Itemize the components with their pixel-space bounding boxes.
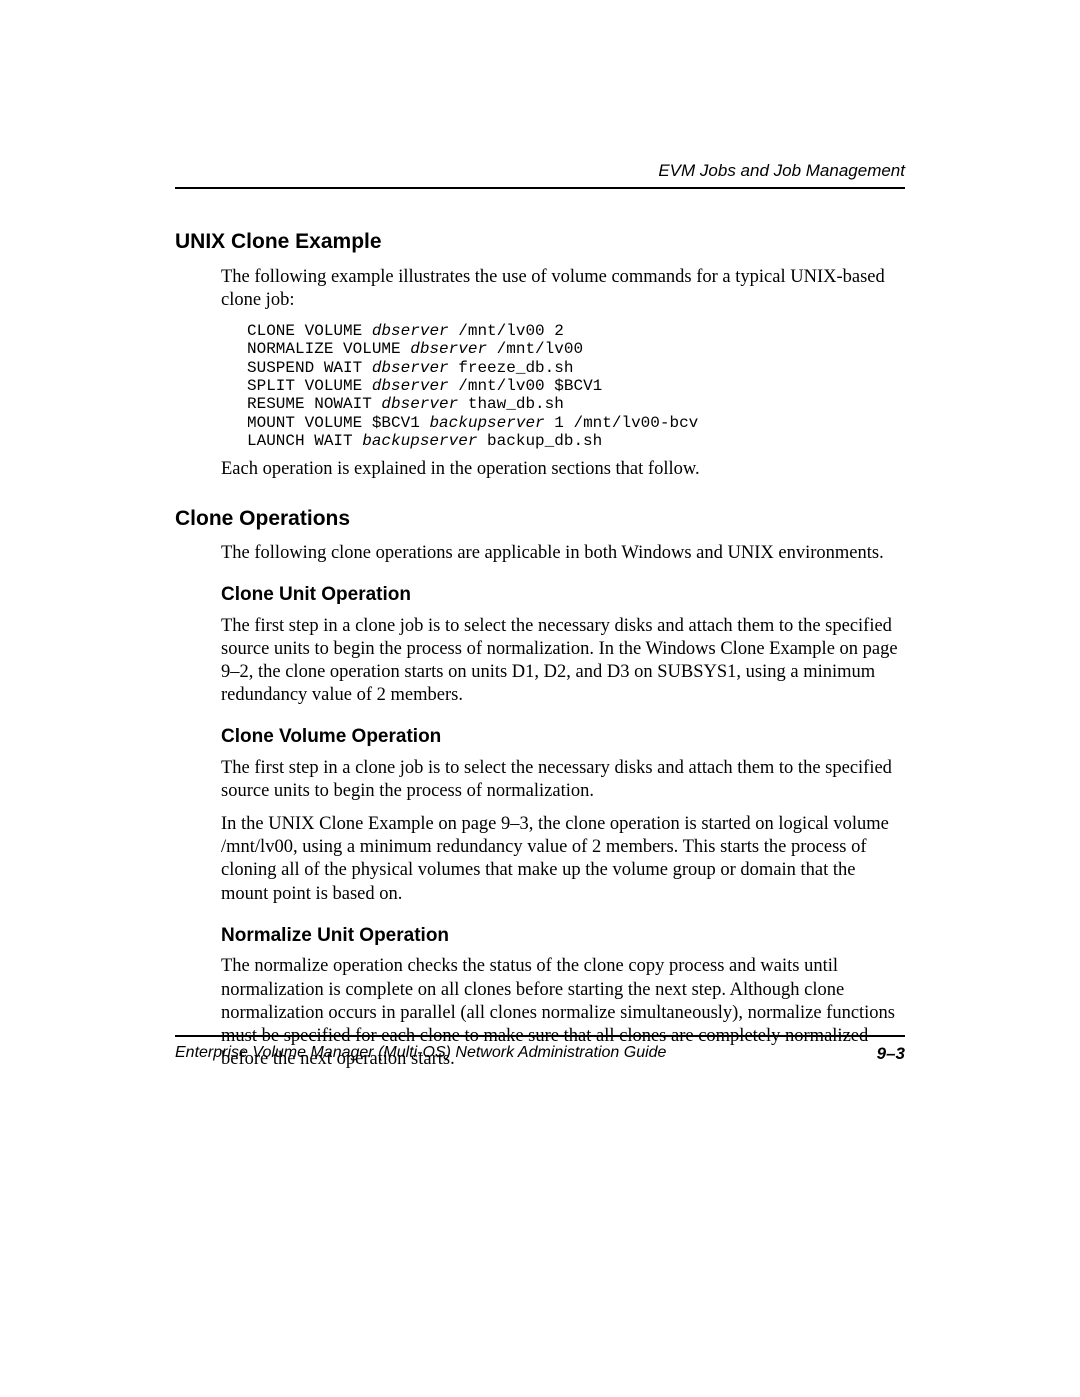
code-token: RESUME NOWAIT <box>247 395 381 413</box>
code-arg: dbserver <box>381 395 458 413</box>
page: EVM Jobs and Job Management UNIX Clone E… <box>0 0 1080 1397</box>
footer-book-title: Enterprise Volume Manager (Multi-OS) Net… <box>175 1043 666 1064</box>
code-arg: dbserver <box>372 377 449 395</box>
code-token: backup_db.sh <box>477 432 602 450</box>
paragraph: In the UNIX Clone Example on page 9–3, t… <box>221 813 905 906</box>
heading-clone-operations: Clone Operations <box>175 506 905 532</box>
code-arg: dbserver <box>372 359 449 377</box>
heading-normalize-unit-operation: Normalize Unit Operation <box>221 924 905 948</box>
page-number: 9–3 <box>877 1043 905 1064</box>
code-arg: backupserver <box>429 414 544 432</box>
code-token: NORMALIZE VOLUME <box>247 340 410 358</box>
paragraph: The first step in a clone job is to sele… <box>221 757 905 803</box>
paragraph: The following example illustrates the us… <box>221 266 905 312</box>
running-header: EVM Jobs and Job Management <box>175 160 905 187</box>
heading-clone-unit-operation: Clone Unit Operation <box>221 583 905 607</box>
paragraph: Each operation is explained in the opera… <box>221 458 905 481</box>
code-token: 1 /mnt/lv00-bcv <box>545 414 699 432</box>
paragraph: The following clone operations are appli… <box>221 542 905 565</box>
code-token: LAUNCH WAIT <box>247 432 362 450</box>
code-token: /mnt/lv00 <box>487 340 583 358</box>
page-footer: Enterprise Volume Manager (Multi-OS) Net… <box>175 1035 905 1064</box>
code-token: /mnt/lv00 2 <box>449 322 564 340</box>
code-token: CLONE VOLUME <box>247 322 372 340</box>
header-rule <box>175 187 905 189</box>
code-token: freeze_db.sh <box>449 359 574 377</box>
code-token: SUSPEND WAIT <box>247 359 372 377</box>
code-arg: dbserver <box>372 322 449 340</box>
code-token: /mnt/lv00 $BCV1 <box>449 377 603 395</box>
code-arg: dbserver <box>410 340 487 358</box>
footer-rule <box>175 1035 905 1037</box>
code-arg: backupserver <box>362 432 477 450</box>
code-token: thaw_db.sh <box>458 395 564 413</box>
heading-unix-clone-example: UNIX Clone Example <box>175 229 905 255</box>
heading-clone-volume-operation: Clone Volume Operation <box>221 725 905 749</box>
code-token: SPLIT VOLUME <box>247 377 372 395</box>
paragraph: The first step in a clone job is to sele… <box>221 615 905 708</box>
code-token: MOUNT VOLUME $BCV1 <box>247 414 429 432</box>
code-block-clone-job: CLONE VOLUME dbserver /mnt/lv00 2 NORMAL… <box>247 322 905 451</box>
